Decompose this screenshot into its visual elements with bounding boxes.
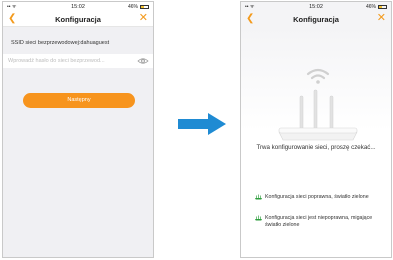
page-title: Konfiguracja — [293, 15, 339, 24]
router-wifi-icon — [278, 68, 358, 141]
status-bar: •• ᯤ 15:02 46% — [241, 2, 391, 12]
legend-item-fail: Konfiguracja sieci jest niepoprawna, mig… — [255, 215, 383, 229]
canvas: •• ᯤ 15:02 46% ❮ Konfiguracja ✕ SSID sie… — [0, 0, 393, 260]
legend-text: Konfiguracja sieci poprawna, światło zie… — [265, 194, 369, 200]
battery-icon — [140, 5, 149, 9]
battery-status: 46% — [128, 4, 149, 10]
nav-bar: ❮ Konfiguracja ✕ — [241, 12, 391, 26]
close-icon[interactable]: ✕ — [139, 12, 148, 25]
nav-bar: ❮ Konfiguracja ✕ — [3, 12, 153, 27]
page-title: Konfiguracja — [55, 15, 101, 24]
battery-percent: 46% — [365, 4, 376, 10]
phone-screen-configuring: •• ᯤ 15:02 46% ❮ Konfiguracja ✕ Trwa kon… — [240, 1, 392, 258]
arrow-right-icon — [178, 113, 226, 135]
status-bar: •• ᯤ 15:02 46% — [3, 2, 153, 12]
password-row — [3, 54, 153, 68]
phone-screen-password: •• ᯤ 15:02 46% ❮ Konfiguracja ✕ SSID sie… — [2, 1, 154, 258]
router-green-icon — [255, 215, 262, 221]
battery-status: 46% — [366, 4, 387, 10]
eye-icon[interactable] — [137, 56, 149, 66]
progress-text: Trwa konfigurowanie sieci, proszę czekać… — [256, 144, 376, 151]
next-button[interactable]: Następny — [23, 93, 135, 108]
password-input[interactable] — [8, 56, 130, 66]
battery-level — [141, 6, 145, 8]
router-illustration-area — [241, 26, 391, 141]
battery-icon — [378, 5, 387, 9]
legend-item-ok: Konfiguracja sieci poprawna, światło zie… — [255, 194, 383, 201]
ssid-label: SSID sieci bezprzewodowej:dahuaguest — [11, 40, 110, 46]
battery-level — [379, 6, 383, 8]
battery-percent: 46% — [127, 4, 138, 10]
close-icon[interactable]: ✕ — [377, 12, 386, 25]
legend-text: Konfiguracja sieci jest niepoprawna, mig… — [265, 215, 373, 228]
router-green-icon — [255, 194, 262, 200]
